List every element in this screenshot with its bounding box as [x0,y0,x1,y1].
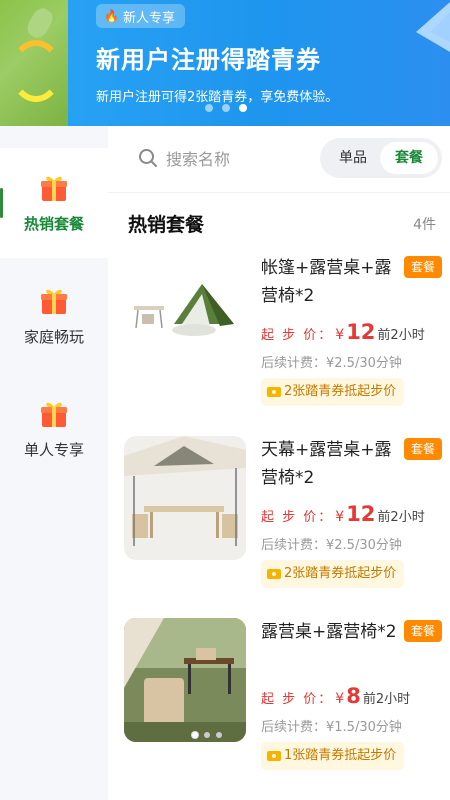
follow-fee: 后续计费：¥2.5/30分钟 [261,538,402,553]
package-tag: 套餐 [404,620,442,642]
price-currency: ¥ [335,691,345,707]
product-title: 露营桌+露营椅*2 [261,622,397,642]
flame-icon: 🔥 [104,9,119,23]
price-label: 起 步 价： [261,692,334,707]
main-content: 搜索名称 单品 套餐 热销套餐 4件 帐篷+露营桌+露营椅*2 套餐 起 步 价… [108,126,450,800]
banner-title: 新用户注册得踏青券 [96,46,321,74]
search-input[interactable]: 搜索名称 [166,146,230,170]
sidebar-item-family[interactable]: 家庭畅玩 [0,261,108,371]
promo-banner[interactable]: 🔥 新人专享 新用户注册得踏青券 新用户注册可得2张踏青券，享免费体验。 [0,0,450,126]
ticket-icon [267,751,281,761]
product-card[interactable]: 天幕+露营桌+露营椅*2 套餐 起 步 价： ¥ 12 前2小时 后续计费：¥2… [108,436,450,616]
price-label: 起 步 价： [261,328,334,343]
banner-pagination [205,104,247,112]
product-title: 天幕+露营桌+露营椅*2 [261,440,392,488]
price-value: 12 [346,320,376,344]
coupon-label: 1张踏青券抵起步价 [284,748,397,763]
start-price: 起 步 价： ¥ 12 前2小时 [261,502,425,526]
divider [108,192,450,193]
product-image-canopy[interactable] [124,436,246,560]
start-price: 起 步 价： ¥ 8 前2小时 [261,684,410,708]
section-count: 4件 [413,217,436,233]
banner-decoration [0,0,68,126]
coupon-label: 2张踏青券抵起步价 [284,384,397,399]
sidebar-item-single[interactable]: 单人专享 [0,374,108,484]
price-currency: ¥ [335,327,345,343]
product-title: 帐篷+露营桌+露营椅*2 [261,258,392,306]
category-sidebar: 热销套餐 家庭畅玩 单人专享 [0,126,108,800]
image-pagination [192,732,222,738]
banner-dot-active[interactable] [239,104,247,112]
coupon-label: 2张踏青券抵起步价 [284,566,397,581]
search-icon [139,149,157,167]
badge-label: 新人专享 [122,10,175,26]
price-value: 8 [346,684,361,708]
image-dot[interactable] [204,732,210,738]
sidebar-item-label: 单人专享 [23,440,84,459]
image-dot[interactable] [216,732,222,738]
gift-icon [41,289,67,314]
price-label: 起 步 价： [261,510,334,525]
price-unit: 前2小时 [377,510,425,525]
ticket-icon [267,569,281,579]
product-card[interactable]: 露营桌+露营椅*2 套餐 起 步 价： ¥ 8 前2小时 后续计费：¥1.5/3… [108,618,450,798]
product-image-tent[interactable] [124,254,246,378]
sidebar-item-label: 热销套餐 [23,214,84,233]
price-value: 12 [346,502,376,526]
segment-single[interactable]: 单品 [326,142,380,174]
banner-dot[interactable] [222,104,230,112]
gift-icon [41,402,67,427]
coupon-badge: 2张踏青券抵起步价 [261,378,405,406]
coupon-badge: 2张踏青券抵起步价 [261,560,405,588]
gift-icon [41,176,67,201]
follow-fee: 后续计费：¥2.5/30分钟 [261,356,402,371]
product-card[interactable]: 帐篷+露营桌+露营椅*2 套餐 起 步 价： ¥ 12 前2小时 后续计费：¥2… [108,254,450,434]
new-user-badge: 🔥 新人专享 [96,4,185,28]
segment-package[interactable]: 套餐 [380,142,438,174]
follow-fee: 后续计费：¥1.5/30分钟 [261,720,402,735]
price-currency: ¥ [335,509,345,525]
sidebar-item-label: 家庭畅玩 [23,327,84,346]
package-tag: 套餐 [404,438,442,460]
price-unit: 前2小时 [377,328,425,343]
banner-dot[interactable] [205,104,213,112]
image-dot-active[interactable] [192,732,198,738]
package-tag: 套餐 [404,256,442,278]
search-bar[interactable]: 搜索名称 [138,146,230,170]
coupon-badge: 1张踏青券抵起步价 [261,742,405,770]
type-segmented-control: 单品 套餐 [320,138,442,178]
price-unit: 前2小时 [362,692,411,707]
banner-subtitle: 新用户注册可得2张踏青券，享免费体验。 [96,90,339,105]
start-price: 起 步 价： ¥ 12 前2小时 [261,320,425,344]
section-title: 热销套餐 [128,214,205,236]
product-image-chairs[interactable] [124,618,246,742]
ticket-icon [267,387,281,397]
sidebar-item-hot-packages[interactable]: 热销套餐 [0,148,108,258]
party-horn-icon [416,2,450,52]
